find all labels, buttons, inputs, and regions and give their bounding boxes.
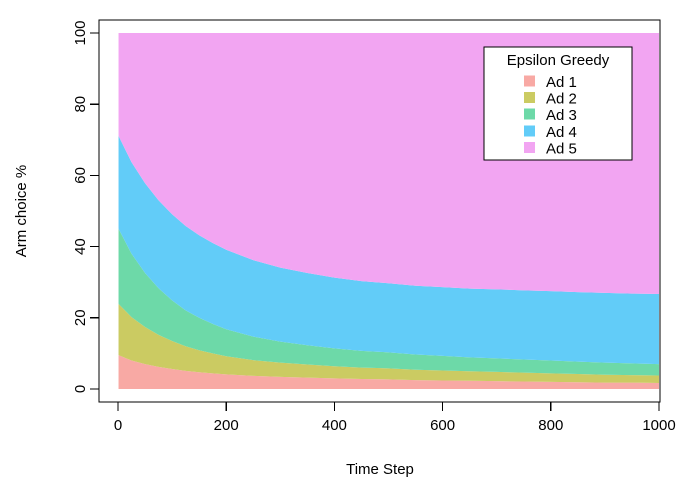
legend-swatch-ad-4 (524, 125, 535, 137)
y-tick-label: 20 (72, 309, 89, 326)
legend-title: Epsilon Greedy (507, 52, 610, 69)
y-axis: 0 20 40 60 80 100 (72, 20, 99, 393)
legend-label-ad-1: Ad 1 (546, 74, 577, 91)
legend-label-ad-3: Ad 3 (546, 107, 577, 124)
y-tick-label: 40 (72, 238, 89, 255)
y-tick-label: 80 (72, 96, 89, 113)
chart-screenshot: 0 20 40 60 80 100 0 200 400 600 800 1000 Time Step… (0, 0, 700, 500)
x-tick-label: 400 (322, 417, 347, 434)
x-tick-label: 1000 (642, 417, 675, 434)
legend-label-ad-5: Ad 5 (546, 140, 577, 157)
x-tick-label: 0 (114, 417, 122, 434)
x-tick-label: 800 (538, 417, 563, 434)
legend-swatch-ad-2 (524, 92, 535, 104)
x-tick-label: 600 (430, 417, 455, 434)
y-tick-label: 60 (72, 167, 89, 184)
y-tick-label: 0 (72, 385, 89, 393)
legend-swatch-ad-1 (524, 75, 535, 87)
chart-legend: Epsilon Greedy Ad 1Ad 2Ad 3Ad 4Ad 5 (483, 46, 633, 161)
x-axis-title: Time Step (346, 461, 414, 478)
x-tick-label: 200 (214, 417, 239, 434)
x-axis: 0 200 400 600 800 1000 (114, 402, 676, 434)
legend-label-ad-2: Ad 2 (546, 91, 577, 108)
stacked-area-chart: 0 20 40 60 80 100 0 200 400 600 800 1000 Time Step… (13, 19, 676, 478)
legend-swatch-ad-5 (524, 141, 535, 153)
y-tick-label: 100 (72, 20, 89, 45)
y-axis-title: Arm choice % (13, 165, 30, 258)
legend-swatch-ad-3 (524, 108, 535, 120)
legend-label-ad-4: Ad 4 (546, 124, 577, 141)
